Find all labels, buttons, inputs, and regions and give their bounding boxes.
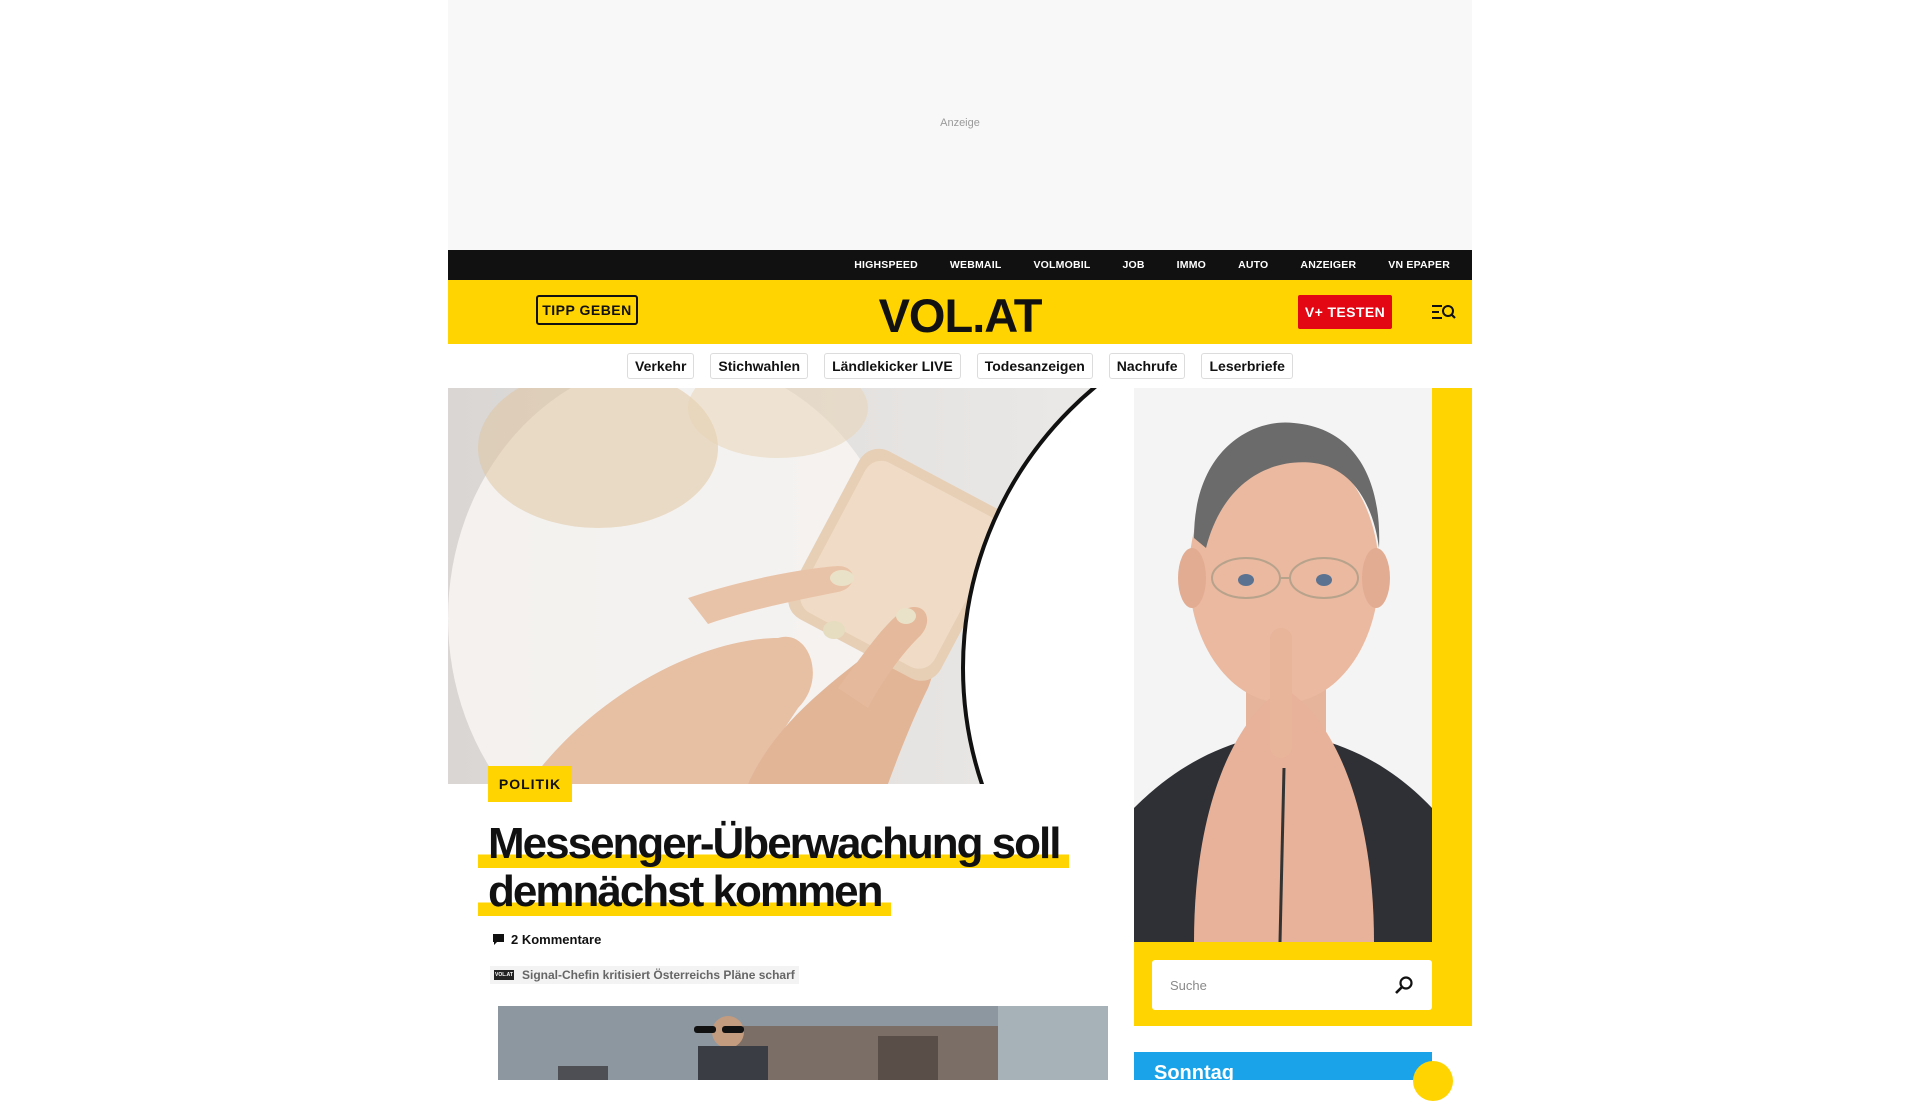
article-headline[interactable]: Messenger-Überwachung soll demnächst kom… — [478, 820, 1108, 916]
ad-label: Anzeige — [940, 117, 980, 129]
search-input[interactable]: Suche — [1152, 960, 1432, 1010]
tag-verkehr[interactable]: Verkehr — [627, 353, 695, 379]
service-bar: HIGHSPEED WEBMAIL VOLMOBIL JOB IMMO AUTO… — [448, 250, 1472, 280]
tag-stichwahlen[interactable]: Stichwahlen — [710, 353, 809, 379]
portrait-image[interactable] — [1134, 388, 1432, 942]
service-link-highspeed[interactable]: HIGHSPEED — [854, 259, 918, 271]
weather-day-label: Sonntag — [1154, 1062, 1234, 1084]
menu-search-icon[interactable] — [1432, 302, 1456, 322]
sun-icon — [1413, 1061, 1453, 1101]
topic-tag-nav: Verkehr Stichwahlen Ländlekicker LIVE To… — [448, 353, 1472, 381]
comments-link[interactable]: 2 Kommentare — [492, 930, 601, 948]
tag-laendlekicker-live[interactable]: Ländlekicker LIVE — [824, 353, 961, 379]
article-teaser-image[interactable] — [498, 1006, 1108, 1080]
portrait-photo — [1134, 388, 1432, 942]
headline-line-2: demnächst kommen — [478, 868, 892, 916]
tag-todesanzeigen[interactable]: Todesanzeigen — [976, 353, 1093, 379]
service-link-job[interactable]: JOB — [1122, 259, 1144, 271]
category-badge[interactable]: POLITIK — [488, 766, 572, 802]
service-link-volmobil[interactable]: VOLMOBIL — [1033, 259, 1090, 271]
tipp-geben-button[interactable]: TIPP GEBEN — [536, 295, 638, 325]
volat-logo-icon: VOL.AT — [494, 970, 514, 980]
vplus-testen-button[interactable]: V+ TESTEN — [1298, 295, 1392, 329]
comment-icon — [493, 933, 504, 945]
service-link-anzeiger[interactable]: ANZEIGER — [1300, 259, 1356, 271]
search-icon[interactable] — [1394, 975, 1414, 995]
related-article-link[interactable]: VOL.AT Signal-Chefin kritisiert Österrei… — [490, 966, 799, 984]
service-link-vn-epaper[interactable]: VN EPAPER — [1388, 259, 1450, 271]
tag-leserbriefe[interactable]: Leserbriefe — [1201, 353, 1293, 379]
headline-line-1: Messenger-Überwachung soll — [478, 820, 1070, 868]
service-link-auto[interactable]: AUTO — [1238, 259, 1268, 271]
search-placeholder: Suche — [1170, 977, 1207, 993]
tag-nachrufe[interactable]: Nachrufe — [1108, 353, 1186, 379]
teaser-photo — [498, 1006, 1108, 1080]
weather-widget[interactable]: Sonntag — [1134, 1052, 1453, 1101]
sidebar-yellow-strip — [1432, 388, 1472, 1026]
comments-count: 2 Kommentare — [511, 931, 602, 947]
service-link-webmail[interactable]: WEBMAIL — [950, 259, 1002, 271]
main-header: TIPP GEBEN VOL.AT V+ TESTEN — [448, 280, 1472, 344]
related-article-title: Signal-Chefin kritisiert Österreichs Plä… — [522, 968, 795, 982]
ad-banner: Anzeige — [448, 0, 1472, 250]
service-link-immo[interactable]: IMMO — [1177, 259, 1206, 271]
search-panel: Suche — [1134, 942, 1432, 1026]
